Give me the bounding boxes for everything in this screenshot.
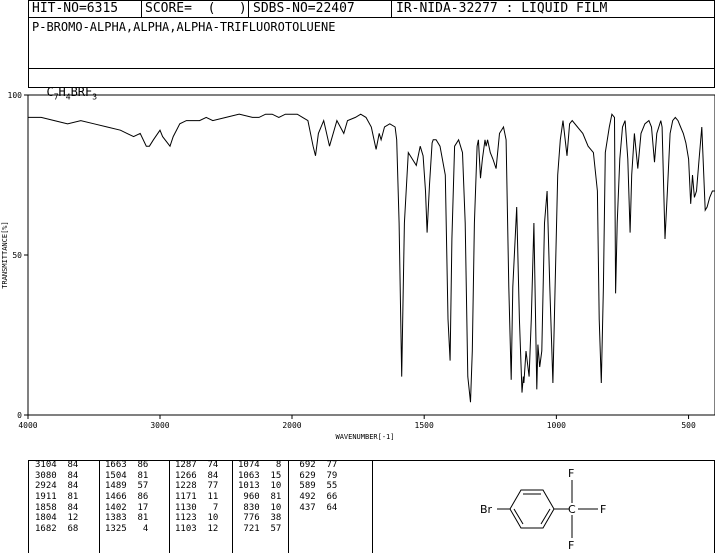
y-tick-label: 100 <box>8 91 23 100</box>
ir-cell <box>391 0 392 18</box>
peak-row: 589 55 <box>294 481 338 492</box>
x-axis-label: WAVENUMBER[-1] <box>335 433 394 441</box>
peak-row: 1682 68 <box>35 524 79 535</box>
peak-row: 1402 17 <box>105 502 149 513</box>
hit-no: HIT-NO=6315 <box>32 1 119 16</box>
benzene-ring <box>509 489 555 529</box>
sdbs-no: SDBS-NO=22407 <box>253 1 355 16</box>
peak-row: 1663 86 <box>105 460 149 470</box>
peak-row: 1383 81 <box>105 513 149 524</box>
x-tick-label: 1000 <box>547 421 566 430</box>
atom-br: Br <box>480 503 493 516</box>
atom-c: C <box>568 503 576 516</box>
axes: 4000 3000 2000 1500 1000 500 0 50 100 <box>8 91 696 430</box>
peak-row: 1489 57 <box>105 481 149 492</box>
x-tick-label: 2000 <box>282 421 301 430</box>
peak-row: 1504 81 <box>105 470 149 481</box>
peak-row: 1063 15 <box>238 470 282 481</box>
x-tick-label: 4000 <box>18 421 37 430</box>
peak-column-divider <box>232 460 233 553</box>
peak-row: 1466 86 <box>105 492 149 503</box>
peak-row: 1123 10 <box>175 513 219 524</box>
ir-spectrum-chart: 4000 3000 2000 1500 1000 500 0 50 100 WAVENUMBER… <box>1 91 715 441</box>
peak-row: 1911 81 <box>35 492 79 503</box>
formula-divider <box>28 68 715 69</box>
peak-row: 776 38 <box>238 513 282 524</box>
x-tick-label: 3000 <box>150 421 169 430</box>
peak-column: 1663 86 1504 81 1489 57 1466 86 1402 17 1383 … <box>105 460 148 535</box>
y-tick-label: 0 <box>17 411 22 420</box>
peak-row: 692 77 <box>294 460 338 470</box>
ir-method: IR-NIDA-32277 : LIQUID FILM <box>396 1 608 16</box>
peak-row: 1266 84 <box>175 470 219 481</box>
atom-f-top: F <box>568 467 574 480</box>
peak-row: 1103 12 <box>175 524 219 535</box>
peak-row: 1804 12 <box>35 513 79 524</box>
peak-column: 3104 84 3080 84 2924 84 1911 81 1858 84 1804 … <box>35 460 78 535</box>
peak-row: 492 66 <box>294 492 338 503</box>
peak-row: 3104 84 <box>35 460 79 470</box>
x-tick-label: 1500 <box>415 421 434 430</box>
peak-row: 1013 10 <box>238 481 282 492</box>
score: SCORE= ( ) <box>145 1 247 16</box>
peak-row: 1130 7 <box>175 502 219 513</box>
peak-row: 1074 8 <box>238 460 282 470</box>
peak-row: 1171 11 <box>175 492 219 503</box>
peak-row: 960 81 <box>238 492 282 503</box>
peak-row: 1228 77 <box>175 481 219 492</box>
peak-column-divider <box>99 460 100 553</box>
peak-row: 830 10 <box>238 502 282 513</box>
ring-double-bond-3 <box>540 508 551 525</box>
peak-column: 692 77 629 79 589 55 492 66 437 64 <box>294 460 337 513</box>
atom-f-right: F <box>600 503 606 516</box>
y-axis-label: TRANSMITTANCE[%] <box>1 221 9 288</box>
molecular-structure: Br C F F F <box>480 467 606 552</box>
peak-column-divider <box>169 460 170 553</box>
peak-row: 1287 74 <box>175 460 219 470</box>
peak-row: 629 79 <box>294 470 338 481</box>
peak-column: 1287 74 1266 84 1228 77 1171 11 1130 7 1123 1… <box>175 460 218 535</box>
atom-f-bottom: F <box>568 539 574 552</box>
peak-column-divider <box>288 460 289 553</box>
peak-row: 1325 4 <box>105 524 149 535</box>
x-tick-label: 500 <box>681 421 696 430</box>
peak-row: 721 57 <box>238 524 282 535</box>
ring-double-bond-2 <box>513 508 524 525</box>
spectrum-line <box>28 113 715 403</box>
peak-row: 437 64 <box>294 502 338 513</box>
peak-row: 3080 84 <box>35 470 79 481</box>
y-tick-label: 50 <box>12 251 22 260</box>
peak-row: 1858 84 <box>35 502 79 513</box>
peak-column: 1074 8 1063 15 1013 10 960 81 830 10 776 3… <box>238 460 281 535</box>
plot-frame <box>27 94 715 416</box>
header-row <box>28 0 715 18</box>
compound-name: P-BROMO-ALPHA,ALPHA,ALPHA-TRIFLUOROTOLUE… <box>32 20 336 34</box>
peak-row: 2924 84 <box>35 481 79 492</box>
